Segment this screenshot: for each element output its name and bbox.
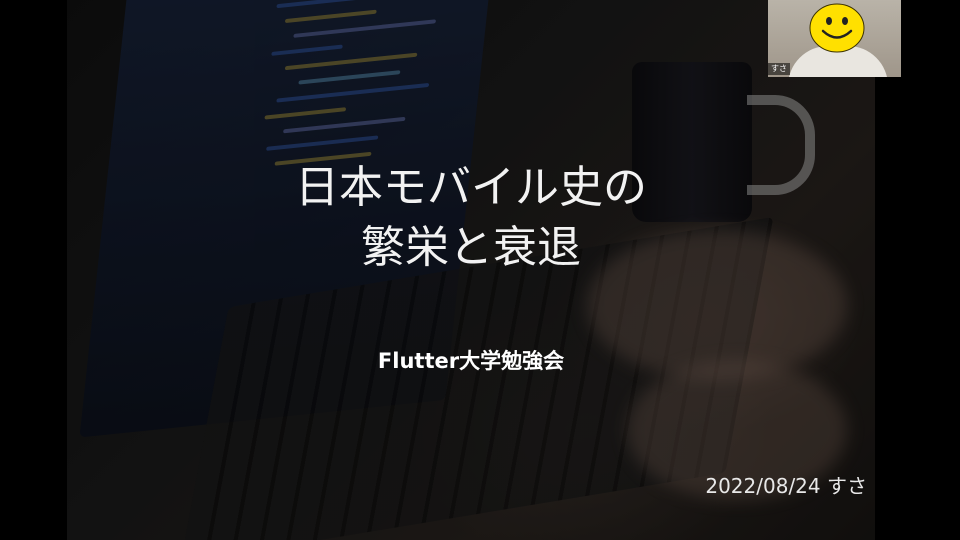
participant-name-label: すさ xyxy=(768,63,790,75)
slide-title-line-2: 繁栄と衰退 xyxy=(361,222,581,273)
screen-share-view: 日本モバイル史の 繁栄と衰退 Flutter大学勉強会 2022/08/24 す… xyxy=(0,0,960,540)
participant-video-tile[interactable]: すさ xyxy=(768,0,901,77)
presentation-slide: 日本モバイル史の 繁栄と衰退 Flutter大学勉強会 2022/08/24 す… xyxy=(67,0,875,540)
slide-subtitle: Flutter大学勉強会 xyxy=(377,349,565,373)
slide-date-author: 2022/08/24 すさ xyxy=(705,474,867,498)
smiley-face-icon xyxy=(809,3,865,53)
slide-title-line-1: 日本モバイル史の xyxy=(295,162,647,213)
